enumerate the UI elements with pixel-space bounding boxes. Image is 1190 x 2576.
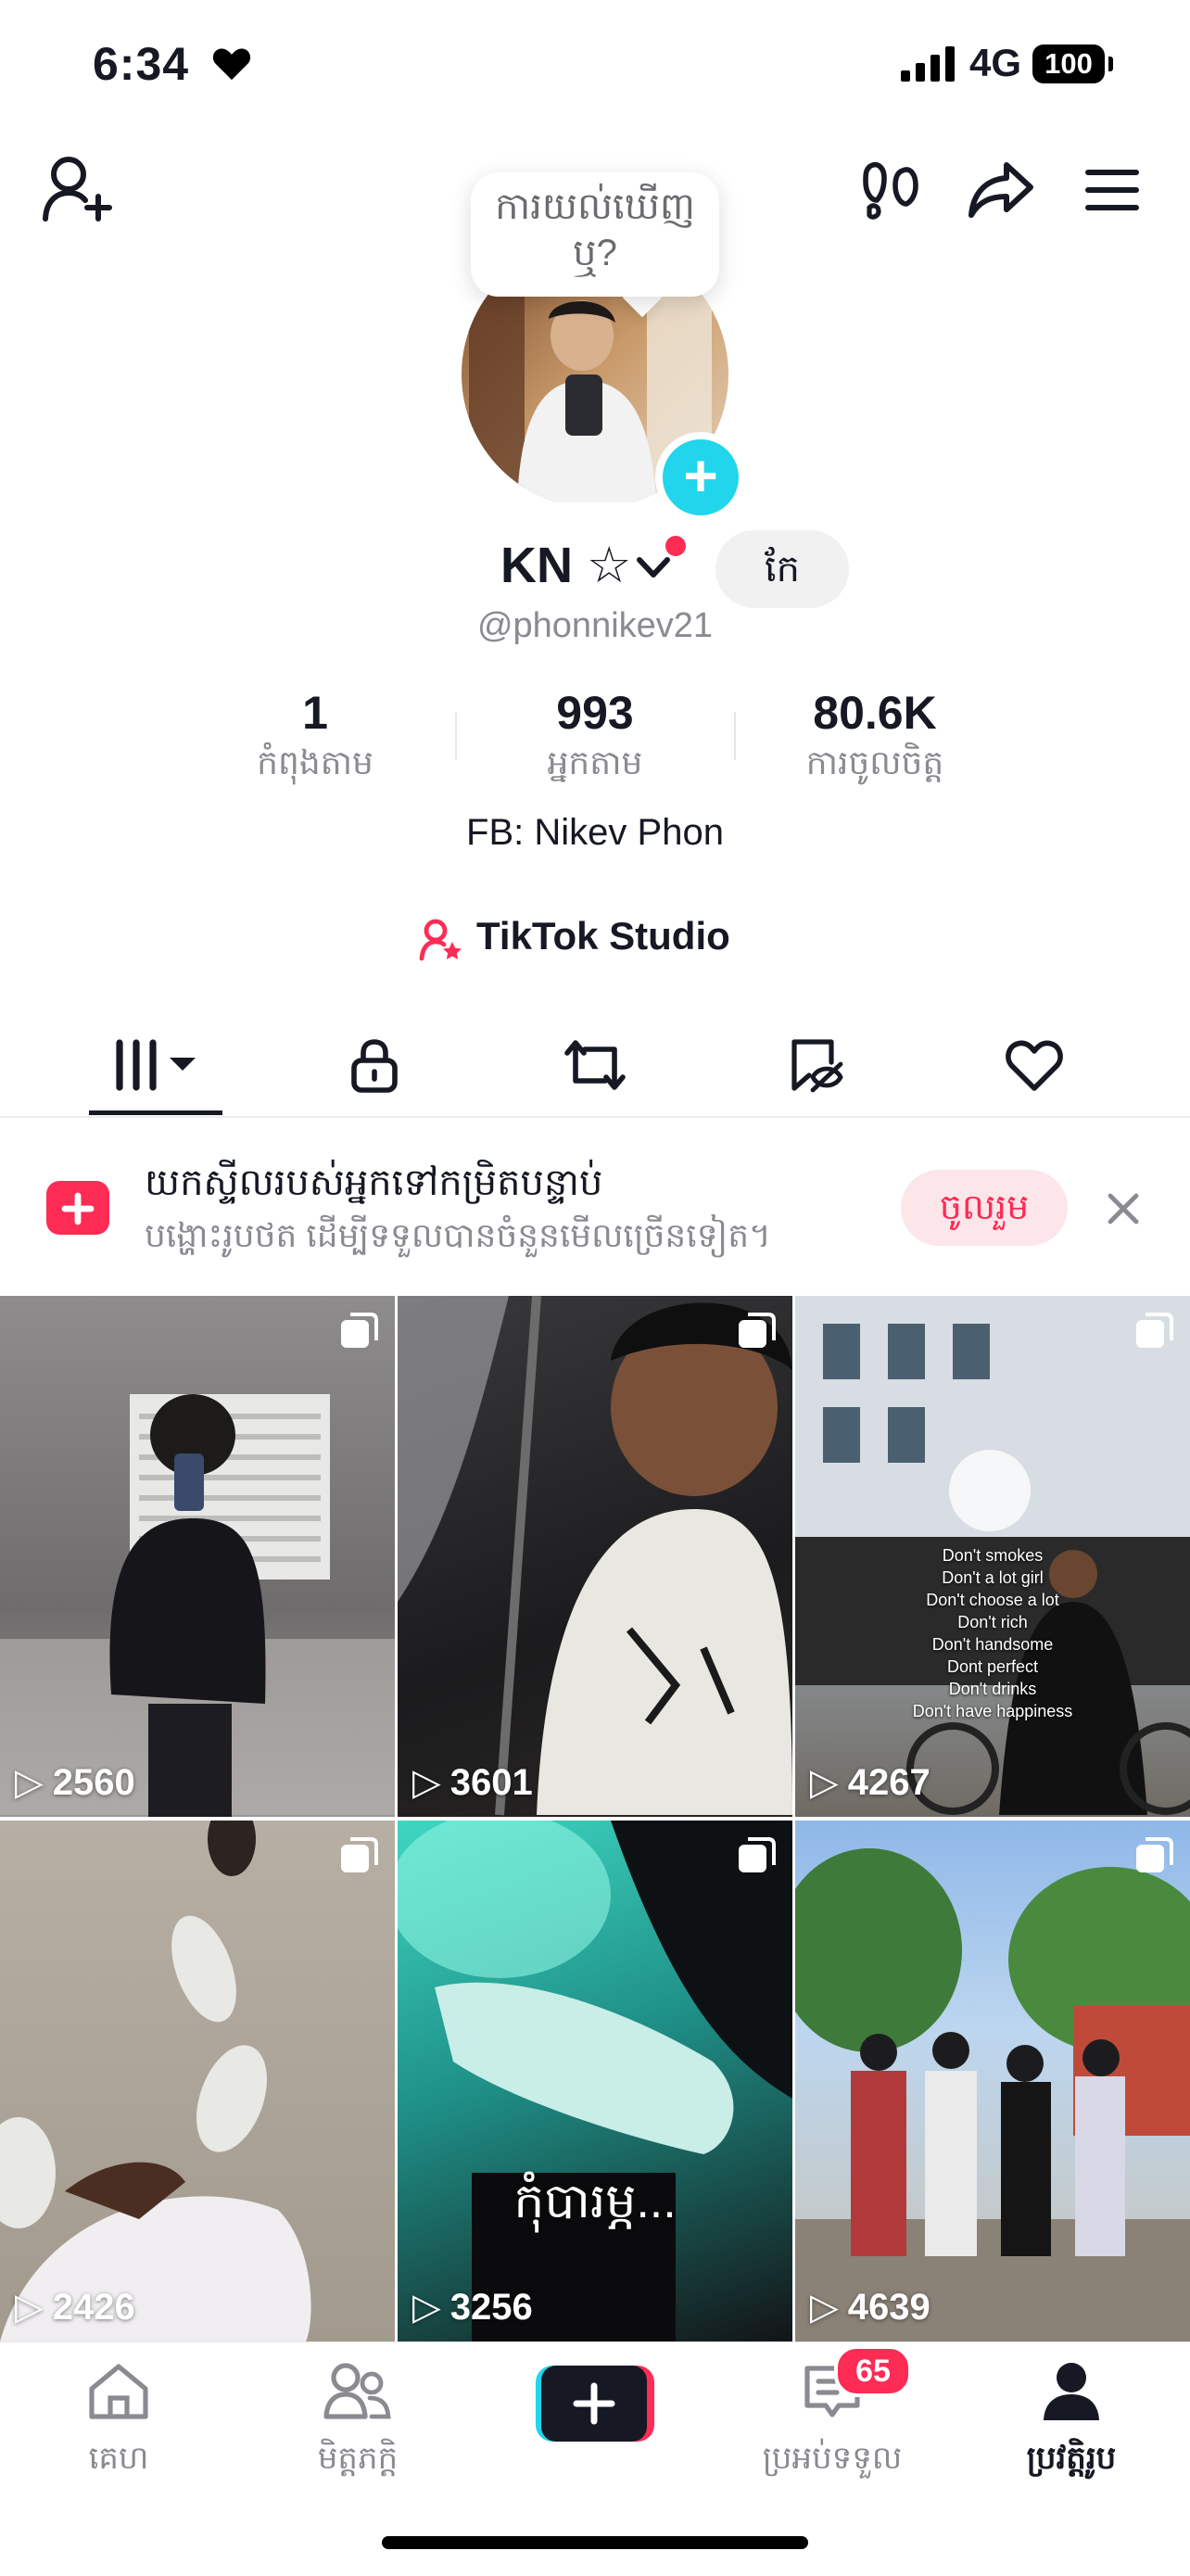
profile-icon <box>1044 2363 1099 2420</box>
tiktok-studio-link[interactable]: TikTok Studio <box>476 914 730 958</box>
battery-tip <box>1108 57 1113 71</box>
close-icon[interactable] <box>1105 1190 1142 1227</box>
play-icon: ▷ <box>810 1762 839 1803</box>
nav-home-label: គេហ <box>88 2441 149 2476</box>
thumbnail-image <box>0 1821 311 2341</box>
status-time: 6:34 <box>93 38 190 90</box>
chevron-down-icon[interactable] <box>636 556 671 580</box>
join-button[interactable]: ចូលរួម <box>901 1170 1068 1246</box>
tab-liked[interactable] <box>916 1023 1153 1107</box>
friends-icon <box>323 2363 391 2419</box>
tooltip-bubble[interactable]: ការយល់ឃើញ ឬ? <box>471 172 719 297</box>
home-icon <box>89 2364 148 2419</box>
username: @phonnikev21 <box>476 606 714 645</box>
favorites-icon <box>791 1039 843 1093</box>
view-count: ▷ 2560 <box>15 1761 135 1804</box>
multi-image-icon <box>739 1313 776 1348</box>
tab-favorites[interactable] <box>697 1023 934 1107</box>
likes-count: 80.6K <box>813 687 937 739</box>
footprints-icon[interactable] <box>862 159 919 221</box>
followers-count[interactable]: 993 <box>456 686 734 740</box>
followers-label[interactable]: អ្នកតាម <box>456 742 734 791</box>
studio-person-icon[interactable] <box>419 918 463 962</box>
play-icon: ▷ <box>15 1762 44 1803</box>
tab-videos[interactable] <box>37 1023 274 1107</box>
thumbnail-image <box>795 1848 1190 2341</box>
likes-label: ការចូលចិត្ត <box>805 743 944 781</box>
edit-profile-button[interactable]: កែ <box>715 530 849 608</box>
video-thumbnail[interactable]: កុំបារម្ភ... ▷ 3256 <box>398 1821 792 2341</box>
thumbnail-image <box>0 1394 395 1817</box>
active-tab-indicator <box>89 1110 222 1115</box>
nav-inbox-label: ប្រអប់ទទួល <box>762 2441 903 2476</box>
view-count: ▷ 3256 <box>412 2286 533 2329</box>
play-icon: ▷ <box>15 2287 44 2328</box>
play-icon: ▷ <box>810 2287 839 2328</box>
video-thumbnail[interactable]: ▷ 3601 <box>398 1296 792 1817</box>
video-thumbnail[interactable]: ▷ 2560 <box>0 1296 395 1817</box>
view-count: ▷ 3601 <box>412 1761 533 1804</box>
lock-icon <box>351 1039 398 1093</box>
repost-icon <box>564 1040 626 1090</box>
play-icon: ▷ <box>412 2287 441 2328</box>
bio-text: FB: Nikev Phon <box>466 812 724 853</box>
video-thumbnail[interactable]: ▷ 4639 <box>795 1821 1190 2341</box>
multi-image-icon <box>341 1313 378 1348</box>
nav-profile-label: ប្រវត្តិរូប <box>1026 2441 1117 2476</box>
heart-status-icon <box>212 48 251 81</box>
menu-icon[interactable] <box>1084 167 1140 213</box>
battery-icon: 100 <box>1032 44 1105 83</box>
view-count: ▷ 2426 <box>15 2286 135 2329</box>
inbox-badge: 65 <box>834 2345 912 2397</box>
banner-subtitle: បង្ហោះរូបថត ដើម្បីទទួលបានចំនួនមើលច្រើនទៀ… <box>145 1216 771 1254</box>
notification-dot <box>665 536 686 556</box>
video-thumbnail[interactable]: Don't smokes Don't a lot girl Don't choo… <box>795 1296 1190 1817</box>
video-caption: កុំបារម្ភ... <box>513 2175 677 2228</box>
view-count: ▷ 4639 <box>810 2286 930 2329</box>
following-label[interactable]: កំពុងតាម <box>176 742 454 791</box>
network-type: 4G <box>969 41 1022 84</box>
home-indicator[interactable] <box>382 2536 808 2549</box>
multi-image-icon <box>1136 1837 1173 1872</box>
nav-friends[interactable]: មិត្តភក្តិ <box>256 2361 460 2484</box>
multi-image-icon <box>341 1837 378 1872</box>
thumbnail-image <box>398 1821 792 2341</box>
tab-reposts[interactable] <box>476 1023 714 1107</box>
multi-image-icon <box>739 1837 776 1872</box>
multi-image-icon <box>1136 1313 1173 1348</box>
display-name: KN ☆ <box>500 538 632 593</box>
nav-home[interactable]: គេហ <box>17 2361 221 2484</box>
overlay-text: Don't smokes Don't a lot girl Don't choo… <box>912 1546 1073 1720</box>
grid-icon <box>116 1039 196 1091</box>
nav-friends-label: មិត្តភក្តិ <box>317 2441 399 2476</box>
tab-divider <box>0 1116 1190 1118</box>
add-story-button[interactable]: + <box>655 432 746 523</box>
play-icon: ▷ <box>412 1762 441 1803</box>
tab-private[interactable] <box>256 1023 493 1107</box>
following-count[interactable]: 1 <box>176 686 454 740</box>
banner-title: យកស្ទីលរបស់អ្នកទៅកម្រិតបន្ទាប់ <box>145 1162 603 1203</box>
create-button[interactable] <box>536 2366 654 2442</box>
share-icon[interactable] <box>968 161 1034 219</box>
nav-profile[interactable]: ប្រវត្តិរូប <box>969 2361 1173 2484</box>
photo-upload-icon <box>46 1177 109 1235</box>
add-friend-icon[interactable] <box>43 156 113 222</box>
signal-icon <box>901 46 955 82</box>
video-grid: ▷2560 ▷3601 Don't smokes Don't a lot g <box>0 1296 1190 2341</box>
thumbnail-image <box>398 1296 792 1816</box>
video-thumbnail[interactable]: ▷ 2426 <box>0 1821 395 2341</box>
view-count: ▷ 4267 <box>810 1761 930 1804</box>
heart-icon <box>1006 1040 1063 1091</box>
plus-icon <box>61 1177 95 1225</box>
